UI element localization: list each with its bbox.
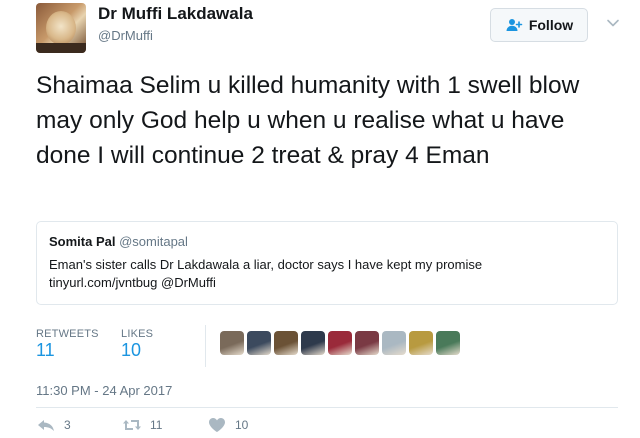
follow-button-label: Follow — [528, 17, 574, 33]
reply-icon — [38, 420, 54, 431]
liker-avatar-8[interactable] — [409, 331, 433, 355]
tweet-text: Shaimaa Selim u killed humanity with 1 s… — [36, 72, 580, 169]
liker-avatar-5[interactable] — [328, 331, 352, 355]
likes-label: LIKES — [121, 328, 154, 340]
author-name[interactable]: Dr Muffi Lakdawala — [98, 4, 253, 24]
retweet-icon — [123, 420, 141, 430]
author-handle[interactable]: @DrMuffi — [98, 28, 153, 43]
tweet-timestamp[interactable]: 11:30 PM - 24 Apr 2017 — [36, 383, 172, 398]
quoted-text-line-2: tinyurl.com/jvntbug @DrMuffi — [49, 275, 216, 290]
liker-avatars — [220, 331, 460, 355]
retweet-action-count: 11 — [150, 418, 163, 432]
chevron-down-icon[interactable] — [606, 16, 620, 30]
like-button[interactable]: 10 — [207, 417, 248, 433]
retweets-count[interactable]: 11 — [36, 340, 55, 361]
liker-avatar-6[interactable] — [355, 331, 379, 355]
reply-count: 3 — [64, 418, 71, 432]
liker-avatar-3[interactable] — [274, 331, 298, 355]
divider — [36, 407, 618, 408]
likes-count[interactable]: 10 — [121, 340, 141, 361]
author-avatar[interactable] — [36, 3, 86, 53]
retweet-button[interactable]: 11 — [122, 417, 162, 433]
liker-avatar-2[interactable] — [247, 331, 271, 355]
quoted-tweet-text: Eman's sister calls Dr Lakdawala a liar,… — [49, 256, 589, 292]
retweets-label: RETWEETS — [36, 328, 99, 340]
avatar-banner — [36, 43, 86, 53]
follow-button[interactable]: Follow — [490, 8, 588, 42]
stats-divider — [205, 325, 206, 367]
like-action-count: 10 — [235, 418, 249, 432]
heart-icon — [209, 418, 225, 432]
quoted-tweet[interactable]: Somita Pal @somitapal Eman's sister call… — [36, 221, 618, 305]
quoted-tweet-header: Somita Pal @somitapal — [49, 234, 605, 249]
liker-avatar-1[interactable] — [220, 331, 244, 355]
liker-avatar-7[interactable] — [382, 331, 406, 355]
quoted-author-handle: @somitapal — [119, 234, 188, 249]
quoted-author-name: Somita Pal — [49, 234, 116, 249]
add-user-icon — [506, 19, 523, 31]
avatar-emblem — [46, 11, 76, 45]
quoted-text-line-1: Eman's sister calls Dr Lakdawala a liar,… — [49, 257, 483, 272]
liker-avatar-4[interactable] — [301, 331, 325, 355]
liker-avatar-9[interactable] — [436, 331, 460, 355]
reply-button[interactable]: 3 — [36, 417, 71, 433]
